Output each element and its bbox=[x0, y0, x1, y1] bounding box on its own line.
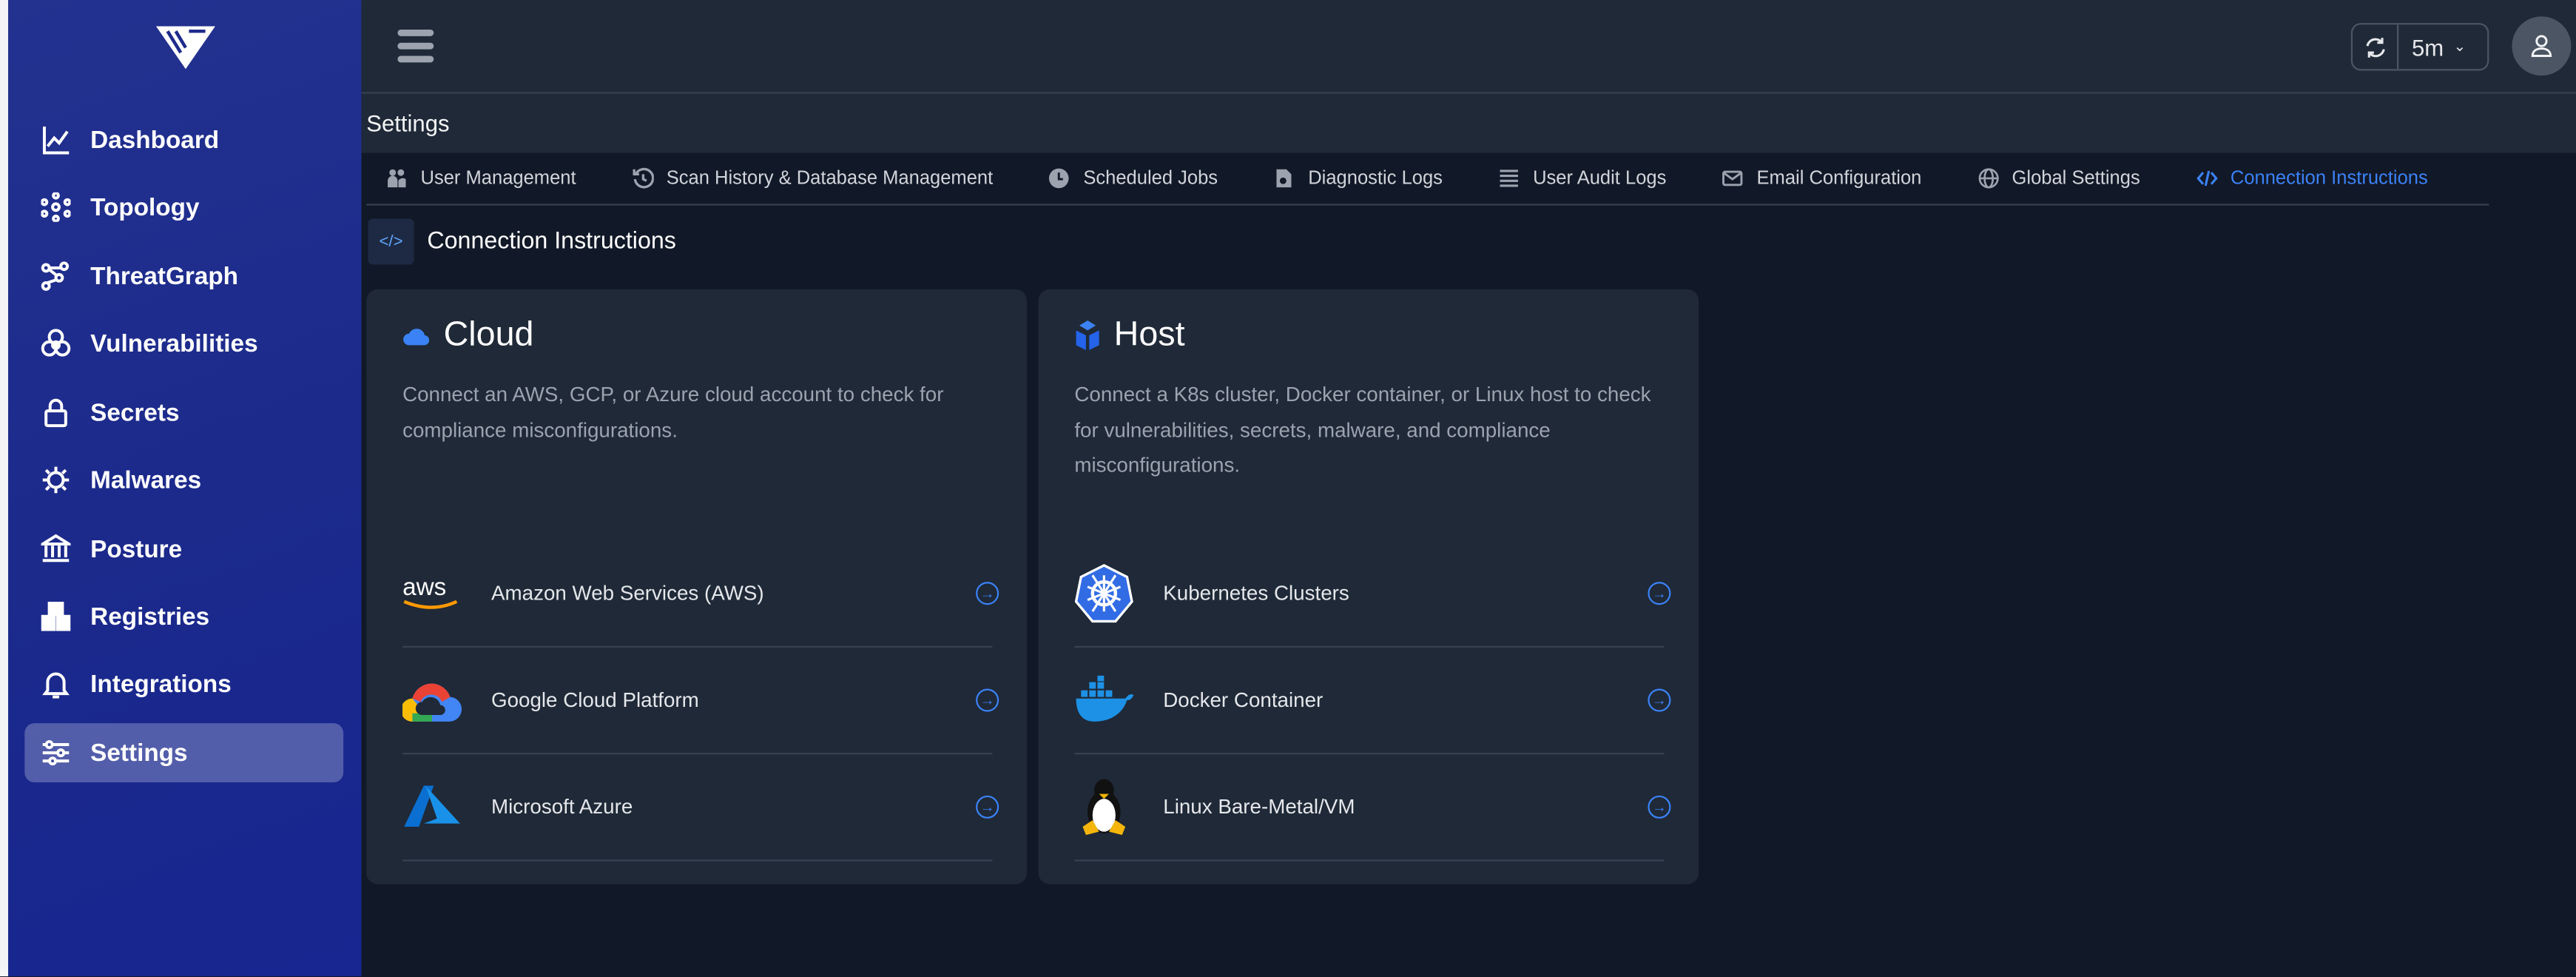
code-icon bbox=[2196, 170, 2217, 187]
chart-line-icon bbox=[42, 126, 70, 155]
bell-icon bbox=[42, 672, 70, 699]
cube-icon bbox=[1076, 320, 1099, 351]
connect-aws[interactable]: aws Amazon Web Services (AWS) → bbox=[402, 541, 999, 648]
tab-email-configuration[interactable]: Email Configuration bbox=[1722, 168, 1921, 189]
section-header: </> Connection Instructions bbox=[368, 218, 676, 265]
sidebar-item-secrets[interactable]: Secrets bbox=[24, 383, 343, 442]
sidebar-item-topology[interactable]: Topology bbox=[24, 178, 343, 237]
app-logo[interactable] bbox=[155, 26, 215, 70]
topology-icon bbox=[41, 192, 71, 222]
connect-kubernetes[interactable]: Kubernetes Clusters → bbox=[1074, 541, 1671, 648]
linux-tux-logo-icon bbox=[1074, 777, 1133, 836]
kubernetes-logo-icon bbox=[1074, 564, 1133, 623]
history-icon bbox=[632, 167, 653, 189]
connect-docker[interactable]: Docker Container → bbox=[1074, 648, 1671, 755]
mail-icon bbox=[1722, 170, 1743, 187]
threatgraph-icon bbox=[41, 261, 70, 291]
bank-icon bbox=[41, 534, 71, 563]
biohazard-icon bbox=[41, 329, 71, 357]
arrow-right-circle-icon[interactable]: → bbox=[1648, 795, 1671, 819]
card-title: Cloud bbox=[443, 315, 534, 354]
tab-global-settings[interactable]: Global Settings bbox=[1977, 168, 2140, 189]
arrow-right-circle-icon[interactable]: → bbox=[976, 795, 999, 819]
tab-user-management[interactable]: User Management bbox=[386, 168, 576, 189]
clock-icon bbox=[1049, 168, 1070, 189]
tab-scan-history[interactable]: Scan History & Database Management bbox=[632, 167, 993, 189]
top-bar: 5m ⌄ bbox=[361, 0, 2576, 94]
refresh-interval-control[interactable]: 5m ⌄ bbox=[2350, 23, 2489, 71]
virus-icon bbox=[42, 466, 70, 494]
aws-logo-icon: aws bbox=[402, 564, 462, 623]
refresh-icon[interactable] bbox=[2353, 24, 2399, 70]
google-cloud-logo-icon bbox=[402, 671, 462, 730]
arrow-right-circle-icon[interactable]: → bbox=[976, 582, 999, 605]
sidebar-item-posture[interactable]: Posture bbox=[24, 520, 343, 579]
sliders-icon bbox=[42, 739, 70, 766]
diagnostic-icon bbox=[1277, 169, 1292, 188]
card-title: Host bbox=[1113, 315, 1185, 354]
arrow-right-circle-icon[interactable]: → bbox=[1648, 582, 1671, 605]
chevron-down-icon: ⌄ bbox=[2453, 38, 2467, 55]
card-description: Connect a K8s cluster, Docker container,… bbox=[1074, 383, 1651, 477]
section-title: Connection Instructions bbox=[427, 228, 676, 255]
code-icon: </> bbox=[368, 218, 414, 265]
arrow-right-circle-icon[interactable]: → bbox=[1648, 688, 1671, 712]
lock-icon bbox=[44, 398, 67, 428]
tab-scheduled-jobs[interactable]: Scheduled Jobs bbox=[1049, 168, 1218, 189]
users-icon bbox=[388, 169, 406, 188]
host-card: Host Connect a K8s cluster, Docker conta… bbox=[1038, 289, 1699, 884]
user-icon bbox=[2531, 35, 2552, 57]
tab-user-audit-logs[interactable]: User Audit Logs bbox=[1498, 168, 1666, 189]
docker-logo-icon bbox=[1074, 671, 1134, 730]
tab-connection-instructions[interactable]: Connection Instructions bbox=[2196, 168, 2428, 189]
cloud-icon bbox=[403, 329, 430, 346]
svg-text:aws: aws bbox=[402, 574, 446, 601]
sidebar-item-malwares[interactable]: Malwares bbox=[24, 450, 343, 509]
sidebar-item-vulnerabilities[interactable]: Vulnerabilities bbox=[24, 314, 343, 373]
cloud-card: Cloud Connect an AWS, GCP, or Azure clou… bbox=[366, 289, 1027, 884]
settings-tabs: User Management Scan History & Database … bbox=[366, 153, 2489, 206]
refresh-interval-select[interactable]: 5m bbox=[2398, 34, 2444, 61]
connect-azure[interactable]: Microsoft Azure → bbox=[402, 754, 999, 862]
window-edge bbox=[0, 0, 9, 977]
sidebar-item-threatgraph[interactable]: ThreatGraph bbox=[24, 246, 343, 306]
sidebar-item-settings[interactable]: Settings bbox=[24, 723, 344, 783]
list-icon bbox=[1500, 169, 1519, 187]
card-description: Connect an AWS, GCP, or Azure cloud acco… bbox=[402, 383, 944, 442]
sidebar-item-integrations[interactable]: Integrations bbox=[24, 654, 343, 714]
tab-diagnostic-logs[interactable]: Diagnostic Logs bbox=[1274, 168, 1443, 189]
page-title: Settings bbox=[366, 110, 450, 137]
sidebar-item-registries[interactable]: Registries bbox=[24, 587, 343, 646]
connect-linux[interactable]: Linux Bare-Metal/VM → bbox=[1074, 754, 1671, 862]
globe-icon bbox=[1977, 168, 1998, 189]
arrow-right-circle-icon[interactable]: → bbox=[976, 688, 999, 712]
menu-toggle-button[interactable] bbox=[397, 29, 434, 62]
user-avatar-button[interactable] bbox=[2512, 16, 2572, 76]
azure-logo-icon bbox=[402, 777, 462, 836]
boxes-icon bbox=[41, 601, 71, 631]
page-header: Settings bbox=[361, 93, 2576, 153]
connect-gcp[interactable]: Google Cloud Platform → bbox=[402, 648, 999, 755]
sidebar: Dashboard Topology ThreatGraph Vulnerabi… bbox=[8, 0, 362, 977]
sidebar-item-dashboard[interactable]: Dashboard bbox=[24, 110, 343, 169]
